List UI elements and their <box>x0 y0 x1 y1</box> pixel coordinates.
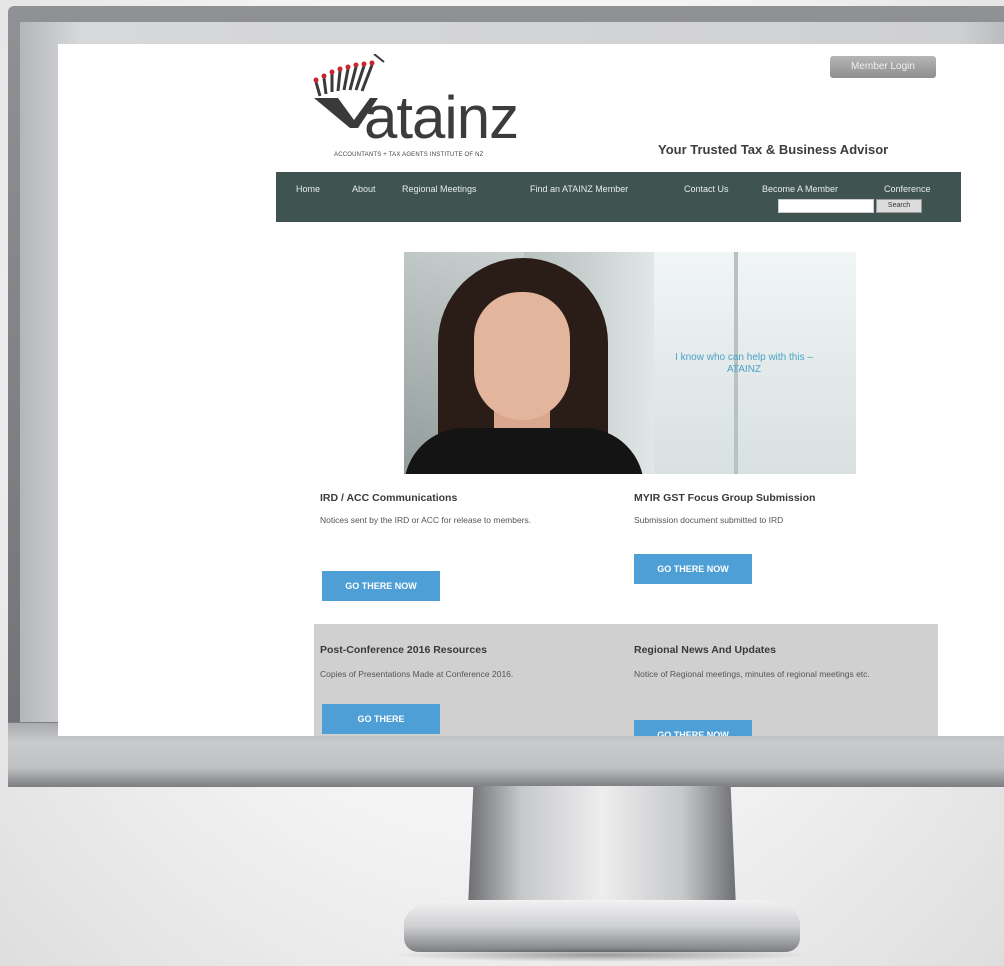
hero-banner: I know who can help with this – ATAINZ <box>404 252 856 474</box>
site-tagline: Your Trusted Tax & Business Advisor <box>658 142 889 157</box>
logo-wordmark: atainz <box>364 84 519 151</box>
nav-find-member[interactable]: Find an ATAINZ Member <box>530 184 628 194</box>
logo-tagline: ACCOUNTANTS + TAX AGENTS INSTITUTE OF NZ <box>334 152 484 158</box>
search-input[interactable] <box>778 199 874 213</box>
go-there-button-post-conference[interactable]: GO THERE <box>322 704 440 734</box>
nav-become-member[interactable]: Become A Member <box>762 184 838 194</box>
search-button[interactable]: Search <box>876 199 922 213</box>
main-nav: Home About Regional Meetings Find an ATA… <box>276 172 961 222</box>
nav-contact-us[interactable]: Contact Us <box>684 184 729 194</box>
card-desc-ird-acc: Notices sent by the IRD or ACC for relea… <box>320 515 532 525</box>
member-login-button[interactable]: Member Login <box>830 56 936 78</box>
nav-conference[interactable]: Conference <box>884 184 931 194</box>
go-there-now-button-regional-news[interactable]: GO THERE NOW <box>634 720 752 736</box>
card-title-regional-news: Regional News And Updates <box>634 644 776 656</box>
nav-regional-meetings[interactable]: Regional Meetings <box>402 184 477 194</box>
nav-home[interactable]: Home <box>296 184 320 194</box>
monitor-stand-neck <box>468 786 736 908</box>
monitor-screen: atainz ACCOUNTANTS + TAX AGENTS INSTITUT… <box>58 44 1004 736</box>
monitor-stand-shadow <box>390 948 814 962</box>
hero-woman-top <box>404 428 644 474</box>
monitor-stand-base <box>404 900 800 952</box>
card-desc-regional-news: Notice of Regional meetings, minutes of … <box>634 669 870 679</box>
card-title-ird-acc: IRD / ACC Communications <box>320 492 458 504</box>
hero-woman-face <box>474 292 570 420</box>
card-desc-post-conference: Copies of Presentations Made at Conferen… <box>320 669 514 679</box>
nav-about[interactable]: About <box>352 184 376 194</box>
card-title-post-conference: Post-Conference 2016 Resources <box>320 644 487 656</box>
go-there-now-button-myir-gst[interactable]: GO THERE NOW <box>634 554 752 584</box>
card-desc-myir-gst: Submission document submitted to IRD <box>634 515 784 525</box>
go-there-now-button-ird-acc[interactable]: GO THERE NOW <box>322 571 440 601</box>
site-logo[interactable]: atainz ACCOUNTANTS + TAX AGENTS INSTITUT… <box>310 54 560 162</box>
card-title-myir-gst: MYIR GST Focus Group Submission <box>634 492 816 504</box>
hero-caption: I know who can help with this – ATAINZ <box>675 352 813 375</box>
monitor: atainz ACCOUNTANTS + TAX AGENTS INSTITUT… <box>8 6 1004 787</box>
